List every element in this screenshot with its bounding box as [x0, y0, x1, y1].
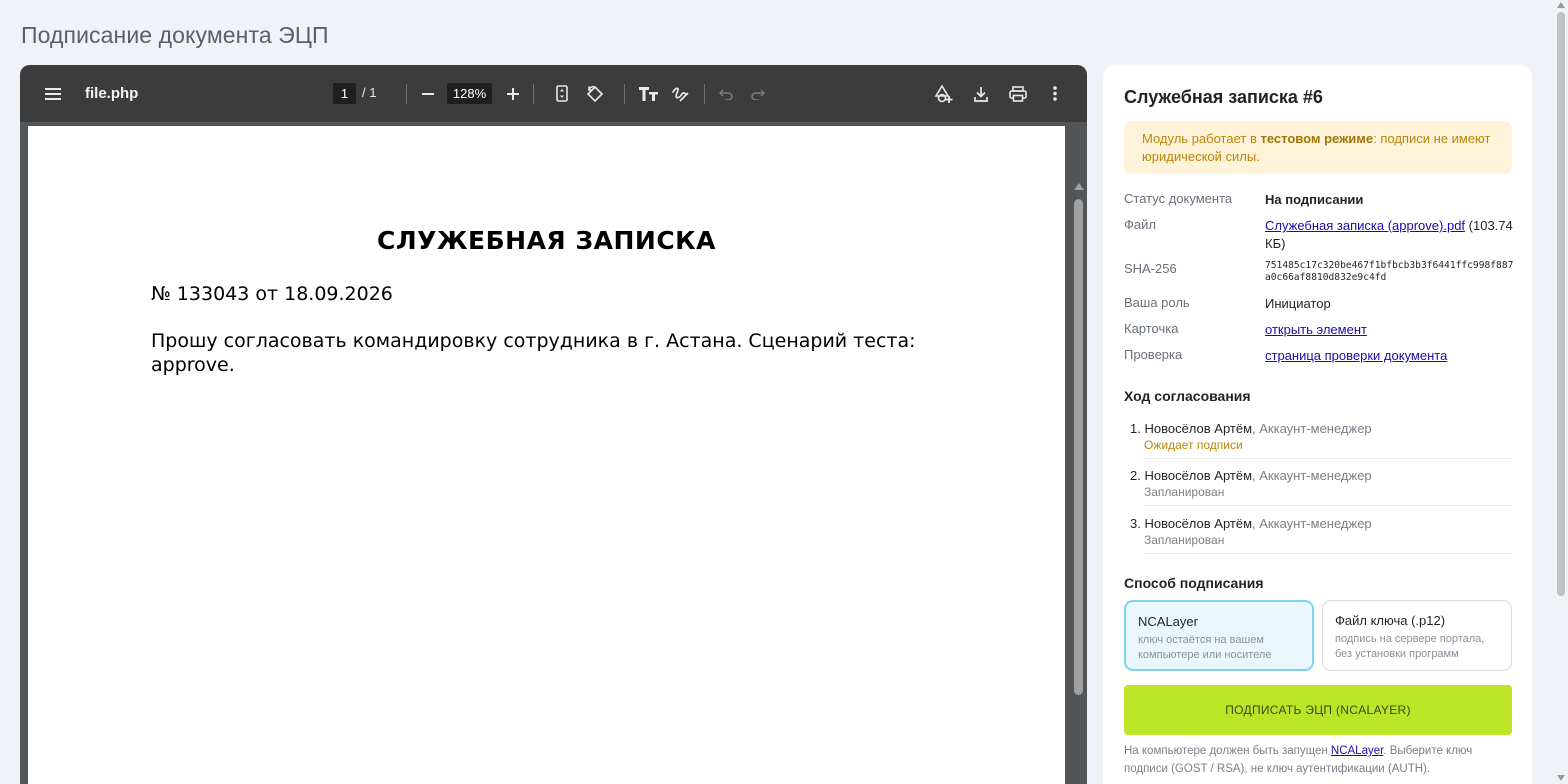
pdf-scrollbar[interactable]	[1074, 183, 1084, 783]
step-number: 2.	[1130, 468, 1141, 483]
page-number-input[interactable]: 1	[333, 83, 356, 104]
menu-icon[interactable]	[40, 65, 66, 122]
document-number: № 133043 от 18.09.2026	[151, 283, 393, 305]
toolbar-divider	[624, 84, 625, 104]
scroll-down-icon[interactable]	[1557, 775, 1565, 781]
method-keyfile-option[interactable]: Файл ключа (.p12) подпись на сервере пор…	[1322, 600, 1512, 671]
step-signer-role: , Аккаунт-менеджер	[1252, 516, 1372, 531]
document-body: Прошу согласовать командировку сотрудник…	[151, 330, 916, 376]
zoom-input[interactable]: 128%	[447, 83, 492, 104]
zoom-out-icon[interactable]	[418, 65, 438, 122]
step-state: Запланирован	[1144, 533, 1225, 547]
sha-label: SHA-256	[1124, 261, 1177, 276]
hint-prefix: На компьютере должен быть запущен	[1124, 745, 1331, 757]
draw-icon[interactable]	[669, 65, 691, 122]
sign-button[interactable]: ПОДПИСАТЬ ЭЦП (NCALAYER)	[1124, 685, 1512, 735]
step-signer-role: , Аккаунт-менеджер	[1252, 468, 1372, 483]
zoom-in-icon[interactable]	[503, 65, 523, 122]
text-icon[interactable]	[637, 65, 659, 122]
approval-step: 1. Новосёлов Артём, Аккаунт-менеджер Ожи…	[1130, 420, 1512, 459]
role-label: Ваша роль	[1124, 295, 1190, 310]
download-icon[interactable]	[971, 65, 991, 122]
ncalayer-hint: На компьютере должен быть запущен NCALay…	[1124, 742, 1514, 778]
scrollbar-thumb[interactable]	[1074, 199, 1083, 695]
more-icon[interactable]	[1045, 65, 1065, 122]
step-number: 1.	[1130, 421, 1141, 436]
status-value: На подписании	[1265, 192, 1364, 207]
status-label: Статус документа	[1124, 191, 1233, 206]
pdf-viewer: file.php 1 / 1 128% СЛУЖЕБНАЯ ЗАПИСКА № …	[20, 65, 1087, 784]
step-divider	[1144, 458, 1512, 459]
role-value: Инициатор	[1265, 296, 1331, 311]
signing-panel: Служебная записка #6 Модуль работает в т…	[1103, 65, 1532, 784]
scroll-up-icon[interactable]	[1074, 183, 1084, 190]
method-title: NCALayer	[1138, 614, 1198, 629]
document-heading: СЛУЖЕБНАЯ ЗАПИСКА	[377, 226, 716, 255]
pdf-toolbar: file.php 1 / 1 128%	[20, 65, 1087, 122]
step-divider	[1144, 553, 1512, 554]
print-icon[interactable]	[1007, 65, 1029, 122]
rotate-icon[interactable]	[584, 65, 606, 122]
step-signer-name: Новосёлов Артём	[1144, 516, 1253, 531]
step-signer-name: Новосёлов Артём	[1144, 468, 1253, 483]
step-signer-name: Новосёлов Артём	[1144, 421, 1253, 436]
redo-icon	[748, 65, 768, 122]
approval-section-title: Ход согласования	[1124, 388, 1251, 404]
page-title: Подписание документа ЭЦП	[21, 22, 329, 48]
method-description: ключ остаётся на вашем компьютере или но…	[1138, 634, 1272, 661]
approval-step: 2. Новосёлов Артём, Аккаунт-менеджер Зап…	[1130, 467, 1512, 506]
scroll-up-icon[interactable]	[1557, 2, 1565, 8]
signing-method-title: Способ подписания	[1124, 575, 1264, 591]
verification-page-link[interactable]: страница проверки документа	[1265, 348, 1447, 363]
ncalayer-link[interactable]: NCALayer	[1331, 745, 1383, 757]
annotate-icon[interactable]	[933, 65, 955, 122]
toolbar-divider	[406, 84, 407, 104]
step-state: Ожидает подписи	[1144, 438, 1243, 452]
pdf-page: СЛУЖЕБНАЯ ЗАПИСКА № 133043 от 18.09.2026…	[28, 126, 1065, 784]
step-signer-role: , Аккаунт-менеджер	[1252, 421, 1372, 436]
page-scrollbar-thumb[interactable]	[1557, 12, 1565, 596]
alert-text-bold: тестовом режиме	[1260, 131, 1374, 146]
approval-step: 3. Новосёлов Артём, Аккаунт-менеджер Зап…	[1130, 515, 1512, 554]
pdf-filename: file.php	[85, 85, 139, 102]
file-label: Файл	[1124, 217, 1156, 232]
step-state: Запланирован	[1144, 485, 1225, 499]
page-total: / 1	[362, 85, 377, 100]
pdf-document-area[interactable]: СЛУЖЕБНАЯ ЗАПИСКА № 133043 от 18.09.2026…	[20, 122, 1087, 784]
open-element-link[interactable]: открыть элемент	[1265, 322, 1367, 337]
toolbar-divider	[533, 84, 534, 104]
method-title: Файл ключа (.p12)	[1335, 613, 1446, 628]
step-divider	[1144, 505, 1512, 506]
step-number: 3.	[1130, 516, 1141, 531]
test-mode-alert: Модуль работает в тестовом режиме: подпи…	[1124, 121, 1512, 174]
file-link[interactable]: Служебная записка (approve).pdf	[1265, 218, 1465, 233]
check-label: Проверка	[1124, 347, 1183, 362]
sha-value: 751485c17c320be467f1bfbcb3b3f6441ffc998f…	[1265, 260, 1514, 283]
toolbar-divider	[704, 84, 705, 104]
method-description: подпись на сервере портала, без установк…	[1335, 633, 1485, 660]
undo-icon	[716, 65, 736, 122]
fit-page-icon[interactable]	[552, 65, 572, 122]
card-label: Карточка	[1124, 321, 1179, 336]
method-ncalayer-option[interactable]: NCALayer ключ остаётся на вашем компьюте…	[1124, 600, 1314, 671]
panel-title: Служебная записка #6	[1124, 87, 1323, 107]
page-scrollbar[interactable]	[1556, 0, 1566, 784]
alert-text-prefix: Модуль работает в	[1142, 131, 1261, 146]
